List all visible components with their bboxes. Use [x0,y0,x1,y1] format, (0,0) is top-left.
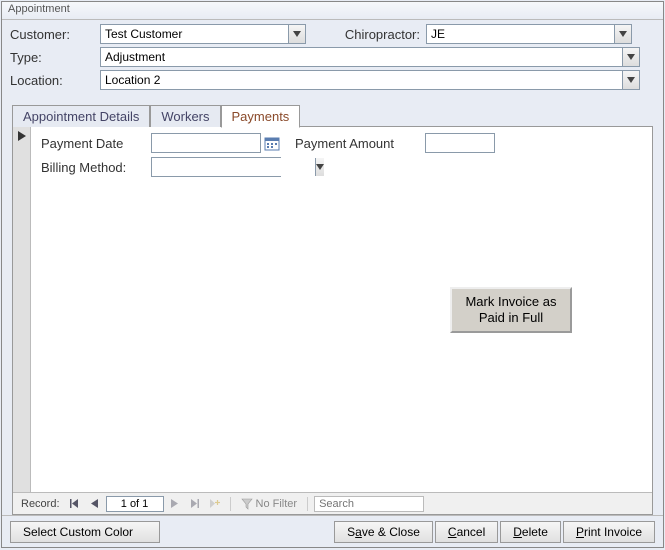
mark-invoice-paid-button[interactable]: Mark Invoice as Paid in Full [450,287,572,333]
payment-amount-label: Payment Amount [295,136,425,151]
chiropractor-label: Chiropractor: [306,27,426,42]
customer-label: Customer: [10,27,100,42]
tab-payments[interactable]: Payments [221,105,301,128]
payment-date-label: Payment Date [41,136,151,151]
payment-date-input[interactable] [151,133,261,153]
payments-fields: Payment Date Payment Amoun [31,127,652,492]
calendar-icon[interactable] [263,134,281,152]
record-navigation-bar: Record: No Filter [13,492,652,514]
payments-tab-body: Payment Date Payment Amoun [12,127,653,515]
record-position-input[interactable] [106,496,164,512]
type-label: Type: [10,50,100,65]
type-input[interactable] [101,48,622,66]
chiropractor-input[interactable] [427,25,614,43]
footer-bar: Select Custom Color Save & Close Cancel … [2,515,663,547]
type-combo[interactable] [100,47,640,67]
chevron-down-icon[interactable] [622,71,639,89]
record-selector[interactable] [13,127,31,492]
payments-subform: Payment Date Payment Amoun [13,127,652,492]
header-form: Customer: Chiropractor: Type: [2,20,663,99]
appointment-window: Appointment Customer: Chiropractor: Type… [1,1,664,548]
nav-last-button[interactable] [186,496,204,512]
location-input[interactable] [101,71,622,89]
chevron-down-icon[interactable] [614,25,631,43]
payment-amount-input[interactable] [425,133,495,153]
location-combo[interactable] [100,70,640,90]
record-label: Record: [17,498,64,510]
chevron-down-icon[interactable] [622,48,639,66]
billing-method-combo[interactable] [151,157,281,177]
save-close-button[interactable]: Save & Close [334,521,433,543]
filter-status-text: No Filter [256,498,298,510]
tab-workers[interactable]: Workers [150,105,220,127]
location-label: Location: [10,73,100,88]
cancel-button[interactable]: Cancel [435,521,498,543]
nav-new-button[interactable] [206,496,224,512]
chevron-down-icon[interactable] [288,25,305,43]
nav-first-button[interactable] [66,496,84,512]
customer-combo[interactable] [100,24,306,44]
customer-input[interactable] [101,25,288,43]
chiropractor-combo[interactable] [426,24,632,44]
tabstrip: Appointment Details Workers Payments [2,105,663,127]
billing-method-label: Billing Method: [41,160,151,175]
chevron-down-icon[interactable] [315,158,324,176]
window-title: Appointment [2,2,663,20]
tab-appointment-details[interactable]: Appointment Details [12,105,150,127]
billing-method-input[interactable] [152,158,315,176]
filter-status[interactable]: No Filter [237,498,302,510]
select-custom-color-button[interactable]: Select Custom Color [10,521,160,543]
funnel-icon [241,498,253,510]
nav-next-button[interactable] [166,496,184,512]
nav-prev-button[interactable] [86,496,104,512]
search-input[interactable] [314,496,424,512]
print-invoice-button[interactable]: Print Invoice [563,521,655,543]
delete-button[interactable]: Delete [500,521,561,543]
